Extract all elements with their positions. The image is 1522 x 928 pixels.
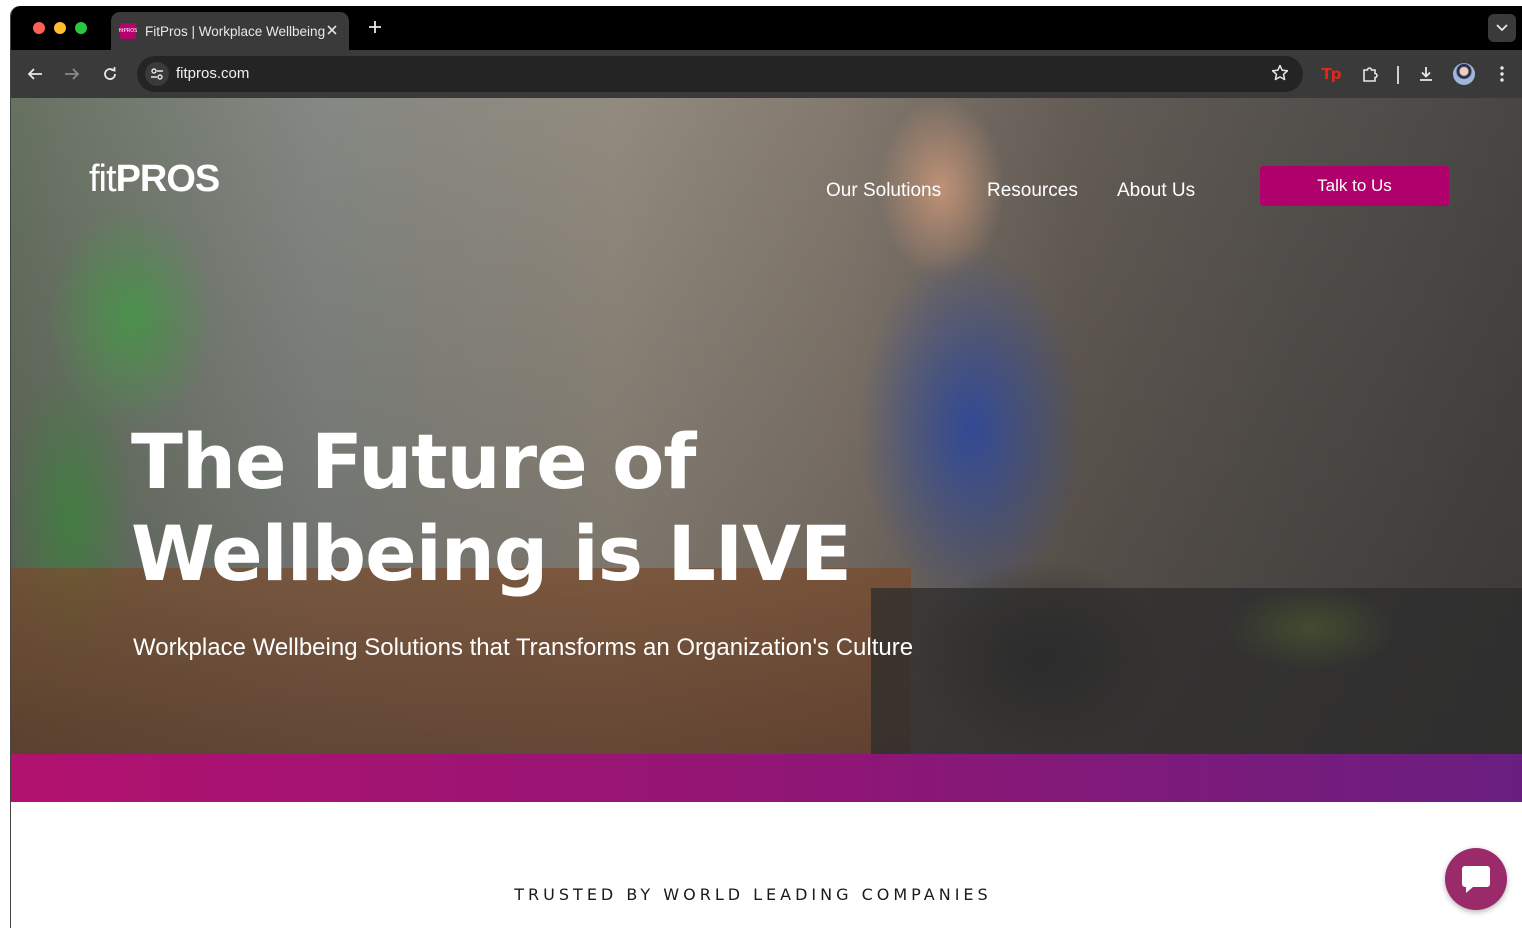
close-window-button[interactable]: [33, 22, 45, 34]
nav-resources[interactable]: Resources: [987, 180, 1078, 202]
forward-icon[interactable]: [60, 62, 84, 86]
chevron-down-icon: [1496, 24, 1508, 32]
puzzle-icon[interactable]: [1358, 62, 1382, 86]
hero-background-stove: [871, 588, 1522, 754]
logo-text-light: fit: [89, 158, 117, 200]
chat-icon[interactable]: [1445, 848, 1507, 910]
minimize-window-button[interactable]: [54, 22, 66, 34]
tp-extension-icon[interactable]: Tp: [1319, 62, 1343, 86]
plus-icon[interactable]: [363, 16, 387, 40]
zoom-window-button[interactable]: [75, 22, 87, 34]
hero-section: fitPROS Our Solutions Resources About Us…: [11, 98, 1522, 754]
hero-headline-line2: Wellbeing is LIVE: [131, 509, 852, 598]
star-icon[interactable]: [1271, 64, 1289, 87]
avatar[interactable]: [1453, 63, 1475, 85]
logo-text-bold: PROS: [115, 158, 221, 200]
reload-icon[interactable]: [98, 62, 122, 86]
trusted-heading: TRUSTED BY WORLD LEADING COMPANIES: [11, 885, 1522, 904]
talk-to-us-button[interactable]: Talk to Us: [1260, 166, 1449, 206]
site-info-icon[interactable]: [145, 62, 169, 86]
page-content: fitPROS Our Solutions Resources About Us…: [11, 98, 1522, 928]
hero-headline-line1: The Future of: [131, 417, 696, 506]
hero-headline: The Future of Wellbeing is LIVE: [131, 416, 1031, 600]
url-text[interactable]: fitpros.com: [176, 65, 249, 82]
trusted-heading-text: TRUSTED BY WORLD LEADING COMPANIES: [514, 885, 992, 904]
site-logo[interactable]: fitPROS: [89, 158, 221, 201]
download-icon[interactable]: [1414, 62, 1438, 86]
tab-search-button[interactable]: [1488, 14, 1516, 42]
toolbar-divider: [1397, 66, 1399, 84]
tab-bar: fitPROS FitPros | Workplace Wellbeing: [11, 6, 1522, 50]
address-bar[interactable]: fitpros.com: [137, 56, 1303, 92]
close-icon[interactable]: [325, 22, 339, 40]
nav-about-us[interactable]: About Us: [1117, 180, 1195, 202]
browser-window: fitPROS FitPros | Workplace Wellbeing fi…: [10, 6, 1522, 928]
hero-subheading: Workplace Wellbeing Solutions that Trans…: [133, 634, 914, 661]
tab-title: FitPros | Workplace Wellbeing: [145, 23, 326, 39]
favicon-text: fitPROS: [118, 28, 138, 34]
browser-toolbar: fitpros.com Tp: [11, 50, 1522, 98]
gradient-band: [11, 754, 1522, 802]
kebab-menu-icon[interactable]: [1490, 62, 1514, 86]
nav-our-solutions[interactable]: Our Solutions: [826, 180, 941, 202]
favicon-icon: fitPROS: [118, 23, 138, 39]
back-icon[interactable]: [23, 62, 47, 86]
browser-tab[interactable]: fitPROS FitPros | Workplace Wellbeing: [111, 12, 349, 50]
tp-extension-label: Tp: [1321, 65, 1342, 83]
